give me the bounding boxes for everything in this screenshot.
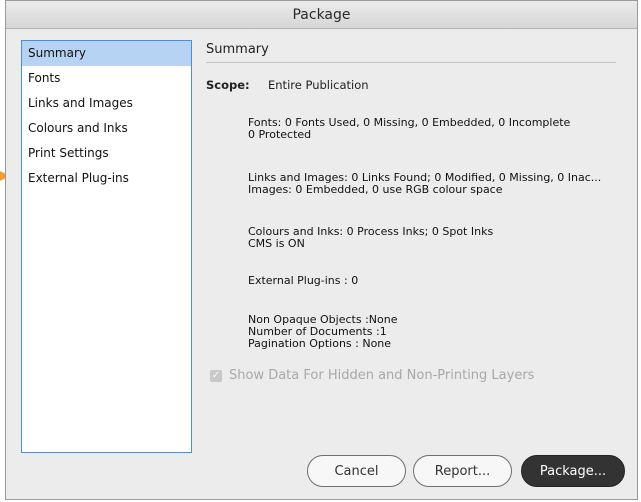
colours-summary: Colours and Inks: 0 Process Inks; 0 Spot… [248,226,616,250]
cancel-button[interactable]: Cancel [307,455,406,487]
show-hidden-layers-option[interactable]: ✓ Show Data For Hidden and Non-Printing … [210,368,534,383]
other-summary: Non Opaque Objects :None Number of Docum… [248,314,616,350]
fonts-summary-line: 0 Protected [248,128,312,141]
summary-panel: Summary [206,40,626,60]
package-button[interactable]: Package... [521,455,625,487]
sidebar-item-summary[interactable]: Summary [22,41,191,66]
sidebar: Summary Fonts Links and Images Colours a… [21,40,192,453]
dialog-title: Package [292,6,351,23]
scope-label: Scope: [206,78,250,92]
colours-summary-line: CMS is ON [248,237,305,250]
section-title: Summary [206,42,269,57]
show-hidden-layers-label: Show Data For Hidden and Non-Printing La… [229,368,535,383]
links-summary: Links and Images: 0 Links Found; 0 Modif… [248,172,616,196]
other-summary-line: Pagination Options : None [248,337,392,350]
section-divider [206,62,616,63]
plugins-summary-line: External Plug-ins : 0 [248,274,359,287]
plugins-summary: External Plug-ins : 0 [248,275,616,287]
sidebar-item-print-settings[interactable]: Print Settings [22,141,191,166]
sidebar-item-links-and-images[interactable]: Links and Images [22,91,191,116]
report-button[interactable]: Report... [413,455,512,487]
sidebar-item-fonts[interactable]: Fonts [22,66,191,91]
dialog-titlebar: Package [6,1,637,29]
sidebar-item-external-plug-ins[interactable]: External Plug-ins [22,166,191,191]
scope-value: Entire Publication [268,78,369,92]
links-summary-line: Images: 0 Embedded, 0 use RGB colour spa… [248,183,503,196]
scope-row: Scope: Entire Publication [206,78,369,92]
fonts-summary: Fonts: 0 Fonts Used, 0 Missing, 0 Embedd… [248,117,616,141]
show-hidden-layers-checkbox[interactable]: ✓ [210,369,222,382]
sidebar-item-colours-and-inks[interactable]: Colours and Inks [22,116,191,141]
